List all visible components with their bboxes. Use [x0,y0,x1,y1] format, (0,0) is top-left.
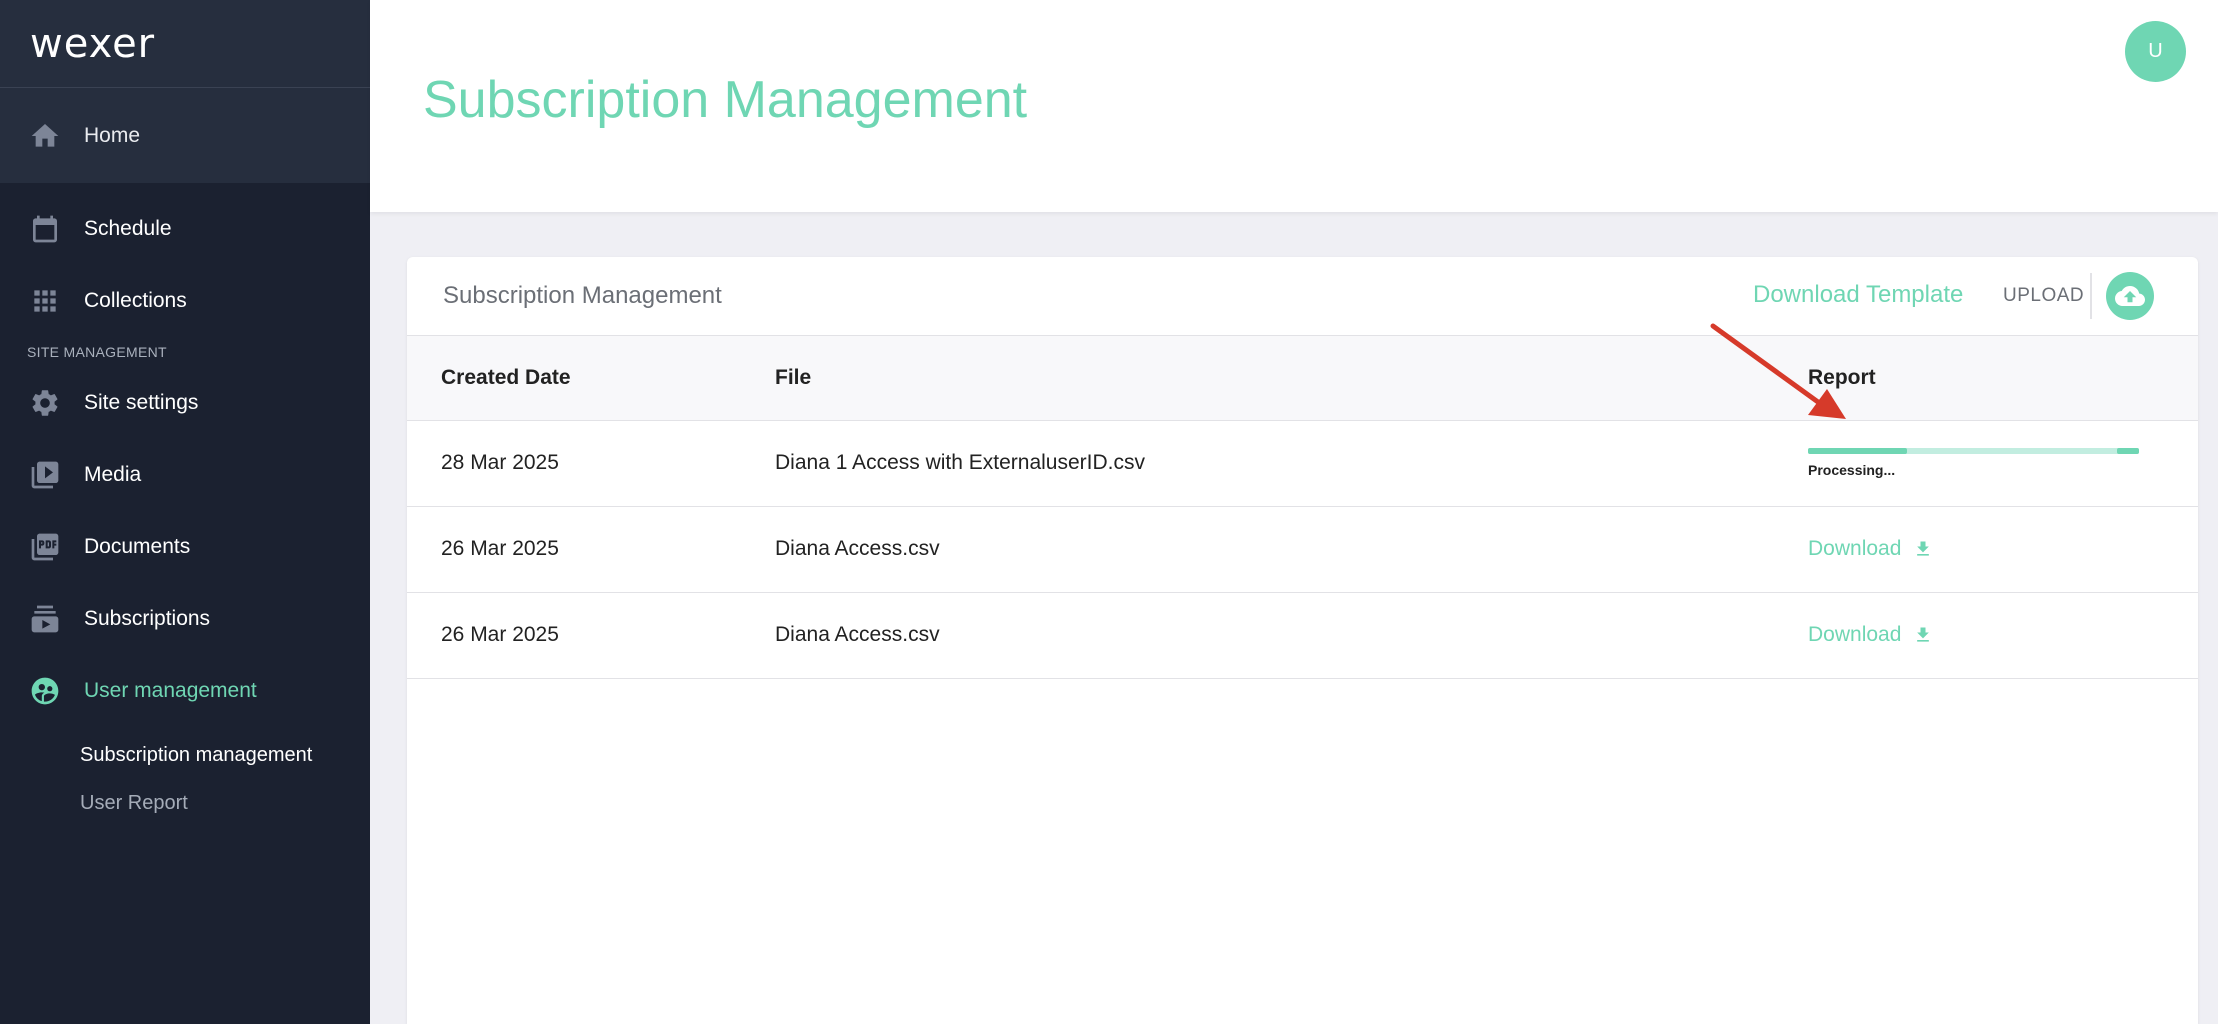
table-row: 28 Mar 2025 Diana 1 Access with External… [407,420,2198,507]
pdf-icon [28,530,62,564]
download-icon [1917,627,1930,642]
cell-created-date: 26 Mar 2025 [407,506,775,593]
home-icon [28,119,62,153]
grid-icon [28,284,62,318]
sidebar-item-label: Collections [84,289,187,312]
cell-file: Diana 1 Access with ExternaluserID.csv [775,420,1808,507]
upload-label[interactable]: UPLOAD [2003,285,2084,307]
sidebar-item-label: Media [84,463,142,486]
progress-indicator: Processing... [1808,448,2139,478]
download-icon [1917,541,1930,556]
calendar-icon [28,212,62,246]
processing-status: Processing... [1808,462,1896,478]
annotation-arrow [1710,323,1846,419]
sidebar-item-label: Subscriptions [84,607,211,630]
cell-created-date: 28 Mar 2025 [407,420,775,507]
download-label: Download [1808,623,1902,646]
sidebar-item-media[interactable]: Media [0,439,370,511]
column-header-report[interactable]: Report [1808,336,2198,421]
sidebar-item-site-settings[interactable]: Site settings [0,367,370,439]
cell-report: Download [1808,506,2198,593]
page-header: Subscription Management U [370,0,2218,212]
download-label: Download [1808,537,1902,560]
logo-area: wexer [0,0,370,88]
section-label-site-management: SITE MANAGEMENT [27,344,167,360]
sidebar-item-collections[interactable]: Collections [0,265,370,337]
table-row: 26 Mar 2025 Diana Access.csv Download [407,592,2198,679]
cell-report: Download [1808,592,2198,679]
sidebar-item-label: Documents [84,535,191,558]
sidebar-item-label: Home [84,123,141,147]
download-report-link[interactable]: Download [1808,537,1933,561]
card-header: Subscription Management Download Templat… [407,257,2198,336]
sidebar-item-home[interactable]: Home [0,88,140,183]
table-row: 26 Mar 2025 Diana Access.csv Download [407,506,2198,593]
cell-created-date: 26 Mar 2025 [407,592,775,679]
table-header-row: Created Date File Report [407,336,2198,421]
gear-icon [28,386,62,420]
sidebar-subitem-user-report[interactable]: User Report [0,779,370,827]
sidebar: wexer Home Schedule Collections SITE MAN… [0,0,370,1024]
cloud-upload-icon [2115,286,2145,306]
sidebar-item-label: User management [84,679,257,702]
progress-fill [1808,448,1908,454]
progress-track [1808,448,2139,454]
home-block: Home [0,88,370,183]
uploads-table: Created Date File Report 28 Mar 2025 Dia… [407,336,2198,679]
sidebar-item-documents[interactable]: Documents [0,511,370,583]
sidebar-item-schedule[interactable]: Schedule [0,193,370,265]
page-title: Subscription Management [423,71,1028,129]
user-group-icon [28,674,62,708]
subscription-card: Subscription Management Download Templat… [407,257,2198,1024]
sidebar-item-label: Schedule [84,217,172,240]
cell-report: Processing... [1808,420,2198,507]
avatar[interactable]: U [2125,21,2186,82]
sidebar-item-user-management[interactable]: User management [0,655,370,727]
download-report-link[interactable]: Download [1808,623,1933,647]
sidebar-item-subscriptions[interactable]: Subscriptions [0,583,370,655]
download-template-link[interactable]: Download Template [1753,281,1963,309]
sidebar-item-label: Site settings [84,391,199,414]
column-header-file[interactable]: File [775,336,1808,421]
column-header-created-date[interactable]: Created Date [407,336,775,421]
progress-tail [2117,448,2139,454]
cell-file: Diana Access.csv [775,592,1808,679]
video-library-icon [28,458,62,492]
cell-file: Diana Access.csv [775,506,1808,593]
subscriptions-icon [28,602,62,636]
sidebar-subitem-subscription-management[interactable]: Subscription management [0,731,370,779]
wexer-logo[interactable]: wexer [30,21,155,67]
upload-button[interactable] [2106,272,2154,320]
card-title: Subscription Management [443,282,722,309]
header-divider [2090,273,2092,319]
